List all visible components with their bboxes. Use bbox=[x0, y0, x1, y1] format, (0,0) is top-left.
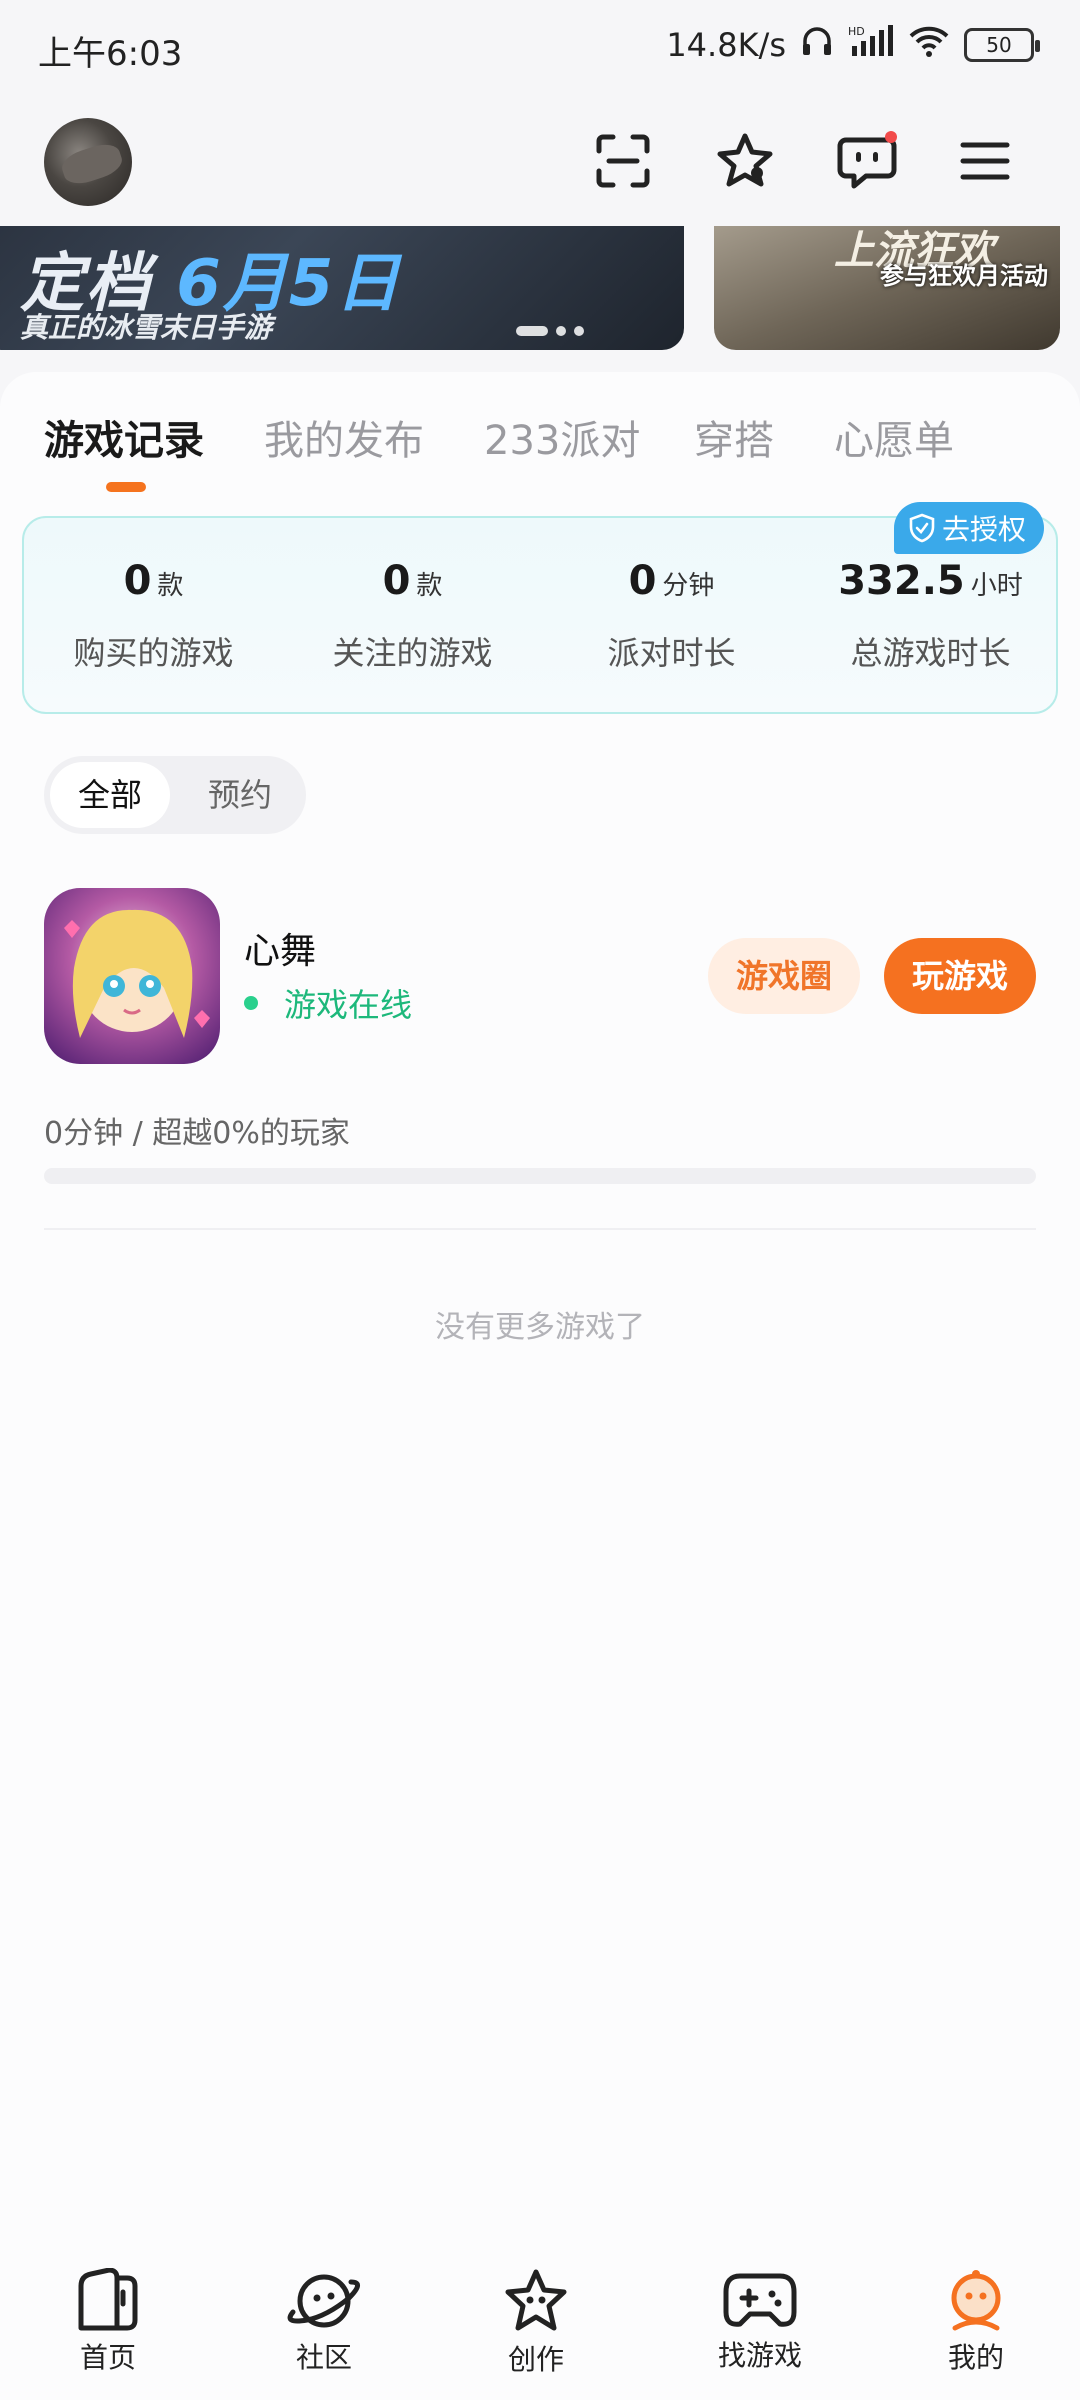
nav-profile[interactable]: 我的 bbox=[896, 2268, 1056, 2376]
gamepad-icon bbox=[723, 2273, 797, 2327]
nav-profile-label: 我的 bbox=[947, 2341, 1004, 2374]
authorize-label: 去授权 bbox=[941, 513, 1026, 546]
tab-outfits[interactable]: 穿搭 bbox=[694, 408, 774, 466]
nav-home-label: 首页 bbox=[79, 2341, 136, 2374]
banner-next-subtitle: 参与狂欢月活动 bbox=[880, 262, 1048, 290]
banner-main[interactable]: 定档 6月5日 真正的冰雪末日手游 bbox=[0, 226, 684, 350]
favorite-star-icon[interactable] bbox=[710, 126, 780, 196]
stat-followed[interactable]: 0款 关注的游戏 bbox=[283, 558, 542, 674]
battery-icon: 50 bbox=[964, 28, 1040, 62]
game-icon[interactable] bbox=[44, 888, 220, 1064]
game-name: 心舞 bbox=[244, 931, 317, 972]
wifi-icon bbox=[908, 24, 950, 66]
online-dot bbox=[244, 996, 258, 1010]
stat-value: 0 bbox=[382, 558, 411, 604]
authorize-badge[interactable]: 去授权 bbox=[893, 502, 1044, 554]
stat-label: 派对时长 bbox=[607, 634, 736, 672]
status-time: 上午6:03 bbox=[38, 34, 183, 74]
stat-unit: 分钟 bbox=[662, 571, 715, 601]
nav-find-game[interactable]: 找游戏 bbox=[680, 2268, 840, 2374]
tab-game-record[interactable]: 游戏记录 bbox=[44, 408, 204, 466]
bottom-nav: 首页 社区 创作 找游戏 我的 bbox=[0, 2222, 1080, 2400]
headset-icon bbox=[800, 24, 834, 66]
tab-indicator bbox=[106, 482, 146, 492]
top-header bbox=[0, 96, 1080, 226]
stat-label: 总游戏时长 bbox=[850, 634, 1011, 672]
svg-text:HD: HD bbox=[848, 25, 865, 38]
tab-233-party[interactable]: 233派对 bbox=[484, 408, 640, 466]
stat-unit: 款 bbox=[157, 571, 184, 601]
home-icon bbox=[78, 2268, 138, 2331]
nav-community-label: 社区 bbox=[295, 2341, 352, 2374]
status-bar: 上午6:03 14.8K/s HD 50 bbox=[0, 0, 1080, 96]
stat-party-time[interactable]: 0 分钟 派对时长 bbox=[542, 558, 801, 674]
no-more-text: 没有更多游戏了 bbox=[435, 1310, 645, 1345]
stat-purchased[interactable]: 0款 购买的游戏 bbox=[24, 558, 283, 674]
banner-carousel[interactable]: 定档 6月5日 真正的冰雪末日手游 上流狂欢 参与狂欢月活动 bbox=[0, 226, 1080, 350]
tab-my-posts[interactable]: 我的发布 bbox=[264, 408, 424, 466]
filter-reserve[interactable]: 预约 bbox=[180, 762, 300, 828]
planet-icon bbox=[287, 2274, 360, 2328]
scan-icon[interactable] bbox=[588, 126, 658, 196]
carousel-dots bbox=[516, 326, 584, 336]
filter-all[interactable]: 全部 bbox=[50, 762, 170, 828]
nav-find-game-label: 找游戏 bbox=[717, 2339, 802, 2372]
tab-wishlist[interactable]: 心愿单 bbox=[834, 408, 954, 466]
network-speed: 14.8K/s bbox=[666, 26, 786, 64]
carousel-dot bbox=[556, 326, 566, 336]
stat-unit: 小时 bbox=[970, 571, 1023, 601]
game-item[interactable]: 心舞 游戏在线 游戏圈 玩游戏 bbox=[0, 888, 1080, 1068]
main-card: 游戏记录 我的发布 233派对 穿搭 心愿单 去授权 0款 购买的游戏 0款 关… bbox=[0, 372, 1080, 2222]
playtime-progress bbox=[44, 1168, 1036, 1184]
nav-create-label: 创作 bbox=[507, 2343, 564, 2376]
stat-unit: 款 bbox=[416, 571, 443, 601]
carousel-dot bbox=[516, 326, 548, 336]
nav-community[interactable]: 社区 bbox=[244, 2268, 404, 2376]
nav-create[interactable]: 创作 bbox=[456, 2268, 616, 2378]
profile-icon bbox=[951, 2270, 1001, 2331]
shield-check-icon bbox=[909, 513, 935, 543]
stat-value: 0 bbox=[628, 558, 657, 604]
profile-tabs: 游戏记录 我的发布 233派对 穿搭 心愿单 bbox=[0, 408, 1080, 508]
stat-value: 0 bbox=[123, 558, 152, 604]
carousel-dot bbox=[574, 326, 584, 336]
game-status: 游戏在线 bbox=[244, 980, 412, 1026]
banner-subtitle: 真正的冰雪末日手游 bbox=[20, 311, 273, 344]
message-icon[interactable] bbox=[832, 126, 902, 196]
play-game-button[interactable]: 玩游戏 bbox=[884, 938, 1036, 1014]
star-create-icon bbox=[505, 2269, 567, 2331]
divider bbox=[44, 1228, 1036, 1230]
nav-home[interactable]: 首页 bbox=[28, 2268, 188, 2376]
stat-total-playtime[interactable]: 332.5 小时 总游戏时长 bbox=[801, 558, 1060, 674]
banner-next[interactable]: 上流狂欢 参与狂欢月活动 bbox=[714, 226, 1060, 350]
stat-label: 购买的游戏 bbox=[73, 634, 234, 672]
signal-icon: HD bbox=[848, 24, 894, 66]
stat-label: 关注的游戏 bbox=[332, 634, 493, 672]
menu-icon[interactable] bbox=[950, 126, 1020, 196]
game-circle-button[interactable]: 游戏圈 bbox=[708, 938, 860, 1014]
stat-value: 332.5 bbox=[838, 558, 965, 604]
avatar[interactable] bbox=[44, 118, 132, 206]
status-right: 14.8K/s HD 50 bbox=[666, 24, 1040, 66]
playtime-text: 0分钟 / 超越0%的玩家 bbox=[44, 1116, 350, 1151]
game-status-label: 游戏在线 bbox=[284, 986, 413, 1024]
filter-segmented: 全部 预约 bbox=[44, 756, 306, 834]
stats-card: 去授权 0款 购买的游戏 0款 关注的游戏 0 分钟 派对时长 332.5 小时 总… bbox=[22, 502, 1060, 714]
